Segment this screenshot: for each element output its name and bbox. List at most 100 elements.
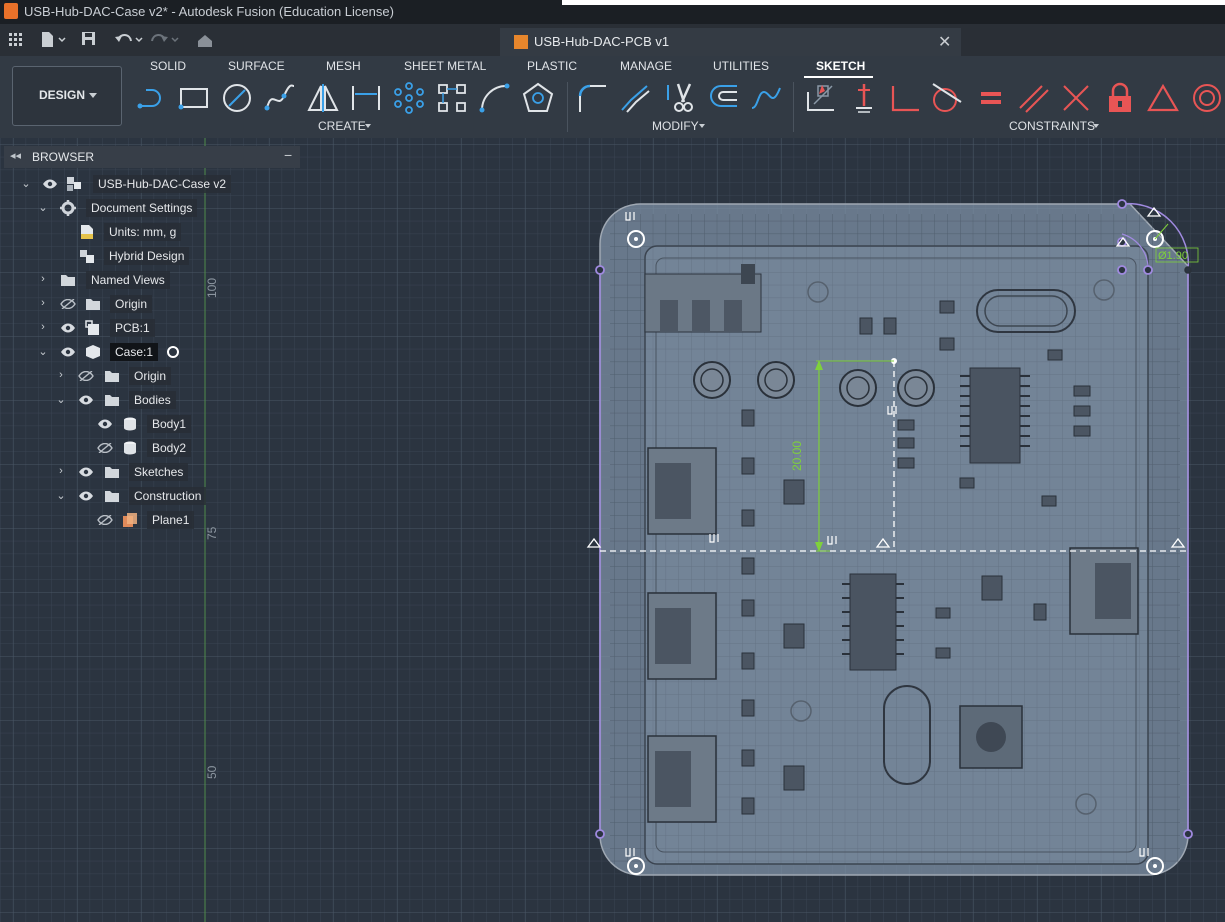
tree-item-case-origin[interactable]: › Origin xyxy=(0,365,300,387)
rectangular-pattern-icon[interactable] xyxy=(436,82,468,114)
linked-component-icon xyxy=(85,320,99,335)
lock-constraint-icon[interactable] xyxy=(1104,82,1136,114)
constraints-menu[interactable]: CONSTRAINTS xyxy=(1009,119,1095,133)
visibility-eye-icon[interactable] xyxy=(60,323,76,333)
rectangle-tool-icon[interactable] xyxy=(178,82,210,114)
tab-utilities[interactable]: UTILITIES xyxy=(713,59,769,73)
symmetry-constraint-icon[interactable] xyxy=(1147,82,1179,114)
tab-solid[interactable]: SOLID xyxy=(150,59,186,73)
spline-tool-icon[interactable] xyxy=(264,82,296,114)
collapse-panel-icon[interactable]: ◂◂ xyxy=(10,149,21,162)
visibility-eye-icon[interactable] xyxy=(78,491,94,501)
tab-manage[interactable]: MANAGE xyxy=(620,59,672,73)
tree-item-body1[interactable]: Body1 xyxy=(0,413,300,435)
create-menu[interactable]: CREATE xyxy=(318,119,366,133)
tree-item-hybrid-design[interactable]: Hybrid Design xyxy=(0,245,300,267)
tab-surface[interactable]: SURFACE xyxy=(228,59,285,73)
data-panel-grid-icon[interactable] xyxy=(9,33,23,47)
perpendicular-constraint-icon[interactable] xyxy=(889,82,921,114)
tab-sheet-metal[interactable]: SHEET METAL xyxy=(404,59,486,73)
chevron-right-icon[interactable]: › xyxy=(38,273,48,285)
tree-item-document-settings[interactable]: ⌄ Document Settings xyxy=(0,197,300,219)
workspace-switcher-button[interactable]: DESIGN xyxy=(12,66,122,126)
hidden-eye-icon[interactable] xyxy=(60,299,76,309)
trim-scissors-icon[interactable] xyxy=(664,82,696,114)
tree-label: Bodies xyxy=(129,391,176,409)
tree-item-plane1[interactable]: Plane1 xyxy=(0,509,300,531)
visibility-eye-icon[interactable] xyxy=(60,347,76,357)
hidden-eye-icon[interactable] xyxy=(78,371,94,381)
chevron-down-icon[interactable]: ⌄ xyxy=(21,177,31,190)
construction-plane-icon xyxy=(123,513,137,527)
tab-plastic[interactable]: PLASTIC xyxy=(527,59,577,73)
project-tool-icon[interactable] xyxy=(804,82,836,114)
hidden-eye-icon[interactable] xyxy=(97,515,113,525)
ribbon-separator xyxy=(567,82,568,132)
chevron-right-icon[interactable]: › xyxy=(38,297,48,309)
file-menu-icon[interactable] xyxy=(40,31,68,49)
visibility-eye-icon[interactable] xyxy=(78,395,94,405)
units-document-icon xyxy=(81,225,93,239)
tree-item-sketches[interactable]: › Sketches xyxy=(0,461,300,483)
activate-component-radio[interactable] xyxy=(167,346,179,358)
offset-tool-icon[interactable] xyxy=(619,82,651,114)
arc-tool-icon[interactable] xyxy=(479,82,511,114)
body-cylinder-icon xyxy=(124,441,136,455)
chevron-right-icon[interactable]: › xyxy=(38,321,48,333)
line-tool-icon[interactable] xyxy=(136,82,168,114)
mirror-tool-icon[interactable] xyxy=(307,82,339,114)
visibility-eye-icon[interactable] xyxy=(78,467,94,477)
redo-icon[interactable] xyxy=(150,31,180,49)
chevron-down-icon[interactable]: ⌄ xyxy=(38,201,48,214)
minimize-icon[interactable]: − xyxy=(284,147,292,163)
linear-dimension-label[interactable]: 20.00 xyxy=(790,441,804,471)
folder-icon xyxy=(105,467,119,478)
tree-item-body2[interactable]: Body2 xyxy=(0,437,300,459)
document-tab[interactable]: USB-Hub-DAC-PCB v1 ✕ xyxy=(500,28,961,56)
hidden-eye-icon[interactable] xyxy=(97,443,113,453)
visibility-eye-icon[interactable] xyxy=(97,419,113,429)
tree-item-bodies[interactable]: ⌄ Bodies xyxy=(0,389,300,411)
tab-mesh[interactable]: MESH xyxy=(326,59,361,73)
tree-item-origin[interactable]: › Origin xyxy=(0,293,300,315)
tree-label: Origin xyxy=(110,295,153,313)
tree-item-case[interactable]: ⌄ Case:1 xyxy=(0,341,300,363)
tab-sketch[interactable]: SKETCH xyxy=(816,59,865,73)
tree-label: Plane1 xyxy=(147,511,195,529)
home-icon[interactable] xyxy=(197,34,213,48)
hybrid-design-icon xyxy=(80,250,94,263)
tree-label: Units: mm, g xyxy=(104,223,182,241)
modify-menu[interactable]: MODIFY xyxy=(652,119,699,133)
tree-item-units[interactable]: Units: mm, g xyxy=(0,221,300,243)
coincident-constraint-icon[interactable] xyxy=(1060,82,1092,114)
save-icon[interactable] xyxy=(82,32,96,46)
tree-label: Named Views xyxy=(86,271,170,289)
dimension-tool-icon[interactable] xyxy=(350,82,382,114)
parallel-constraint-icon[interactable] xyxy=(1018,82,1050,114)
diameter-dimension-label[interactable]: Ø1.90 xyxy=(1158,250,1188,262)
visibility-eye-icon[interactable] xyxy=(42,179,58,189)
undo-icon[interactable] xyxy=(114,31,144,49)
tree-item-root[interactable]: ⌄ USB-Hub-DAC-Case v2 xyxy=(0,173,300,195)
extend-tool-icon[interactable] xyxy=(707,82,739,114)
tree-item-pcb[interactable]: › PCB:1 xyxy=(0,317,300,339)
circle-tool-icon[interactable] xyxy=(221,82,253,114)
polygon-tool-icon[interactable] xyxy=(522,82,554,114)
tree-item-named-views[interactable]: › Named Views xyxy=(0,269,300,291)
tree-item-construction[interactable]: ⌄ Construction xyxy=(0,485,300,507)
chevron-right-icon[interactable]: › xyxy=(56,369,66,381)
close-tab-icon[interactable]: ✕ xyxy=(938,32,951,52)
equal-constraint-icon[interactable] xyxy=(975,82,1007,114)
concentric-constraint-icon[interactable] xyxy=(1191,82,1223,114)
circular-pattern-icon[interactable] xyxy=(393,82,425,114)
chevron-down-icon xyxy=(89,93,97,98)
chevron-down-icon[interactable]: ⌄ xyxy=(56,489,66,502)
break-tool-icon[interactable] xyxy=(750,82,782,114)
chevron-down-icon[interactable]: ⌄ xyxy=(56,393,66,406)
folder-icon xyxy=(105,491,119,502)
tangent-constraint-icon[interactable] xyxy=(931,82,963,114)
chevron-right-icon[interactable]: › xyxy=(56,465,66,477)
chevron-down-icon[interactable]: ⌄ xyxy=(38,345,48,358)
fix-constraint-icon[interactable] xyxy=(848,82,880,114)
fillet-tool-icon[interactable] xyxy=(576,82,608,114)
